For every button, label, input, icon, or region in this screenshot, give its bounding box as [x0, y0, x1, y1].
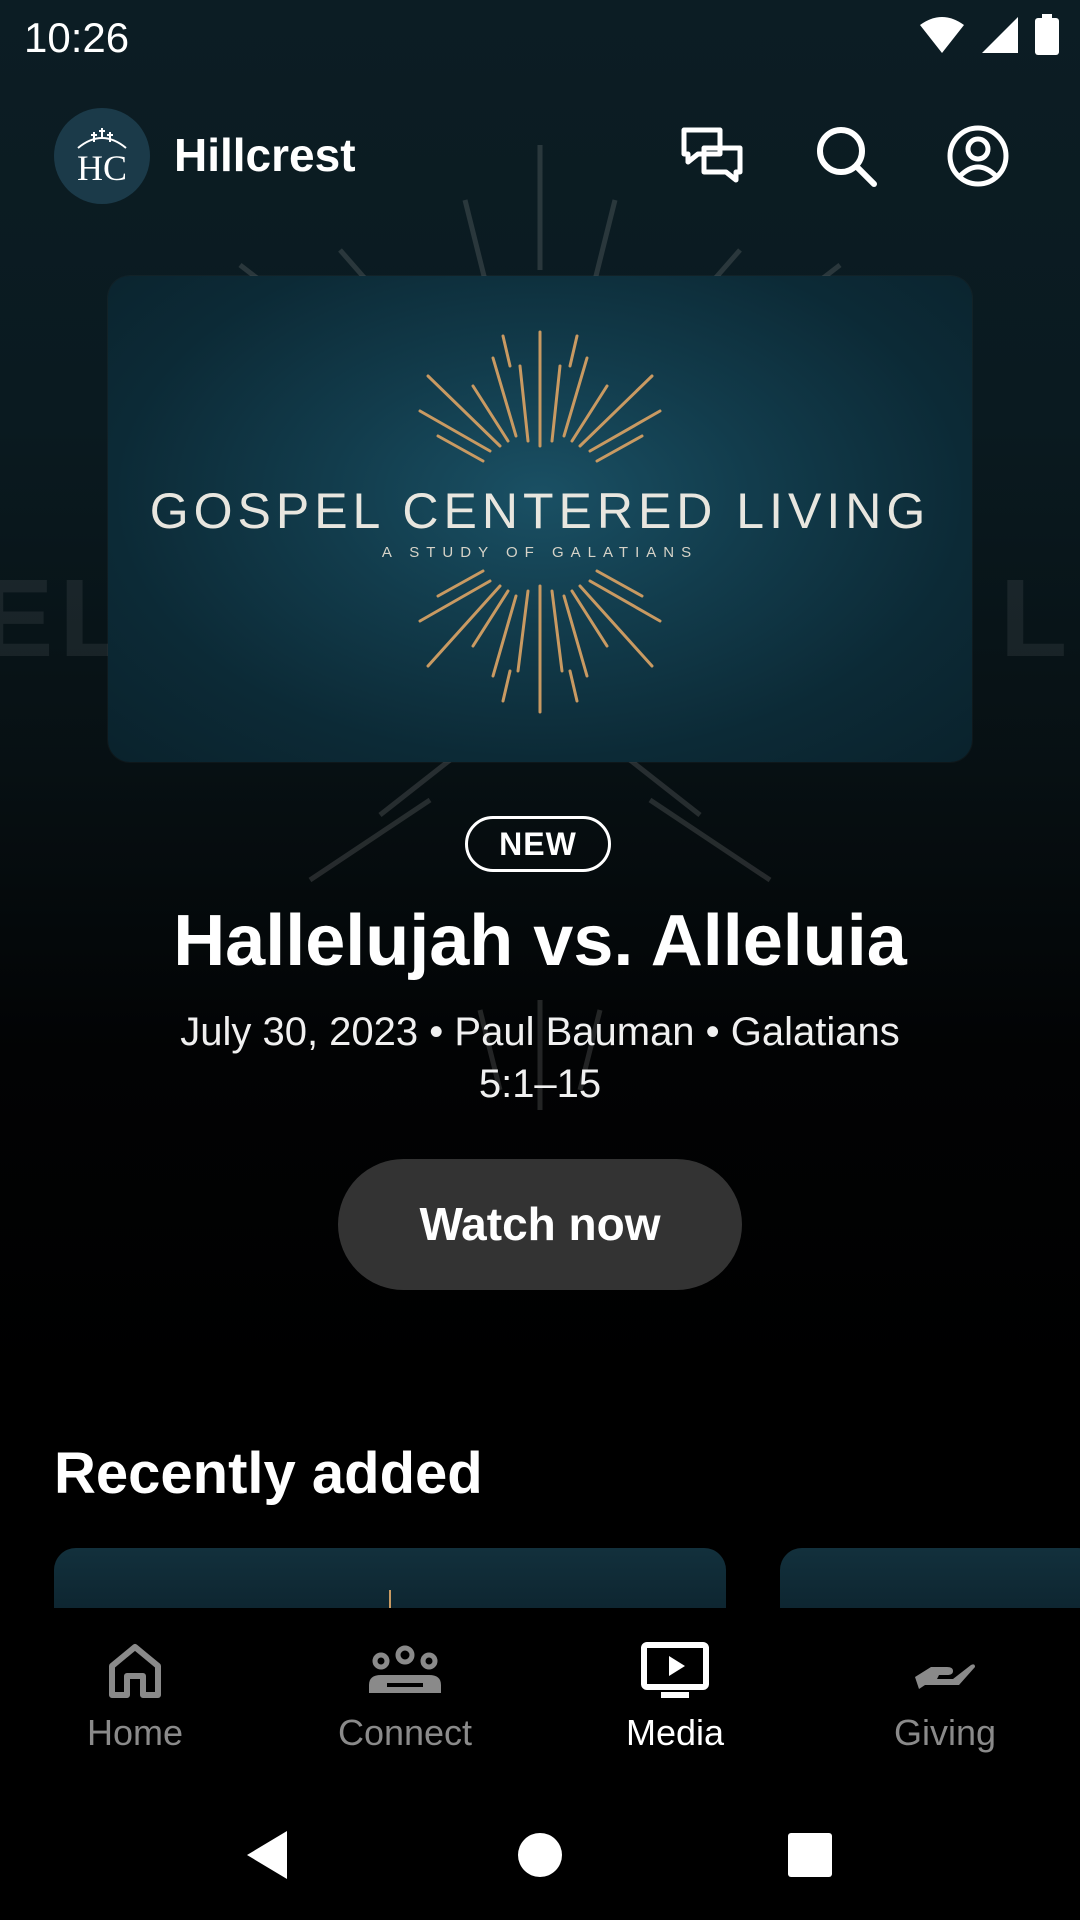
home-icon [95, 1636, 175, 1706]
series-subtitle: A STUDY OF GALATIANS [381, 544, 699, 561]
tv-play-icon [635, 1636, 715, 1706]
nav-label-home: Home [86, 1712, 184, 1753]
search-icon[interactable] [814, 124, 878, 188]
status-time: 10:26 [24, 14, 130, 61]
status-bar: 10:26 [0, 0, 1080, 72]
new-badge: NEW [465, 816, 611, 872]
battery-icon [1035, 14, 1059, 55]
background-text-right: L [1000, 557, 1074, 680]
series-title: GOSPEL CENTERED LIVING [149, 483, 931, 539]
featured-series-artwork[interactable]: GOSPEL CENTERED LIVING A STUDY OF GALATI… [108, 276, 972, 762]
sermon-meta: July 30, 2023 • Paul Bauman • Galatians … [180, 1010, 900, 1106]
system-navigation-bar [0, 1780, 1080, 1920]
bottom-navigation: Home Connect Media Giving [0, 1608, 1080, 1780]
recent-item-card[interactable] [780, 1548, 1080, 1608]
recent-item-artwork-line [389, 1590, 391, 1608]
nav-item-home[interactable]: Home [0, 1608, 270, 1780]
back-icon[interactable] [232, 1820, 302, 1890]
church-logo-icon: HC [77, 128, 127, 188]
giving-hand-icon [905, 1636, 985, 1706]
watch-now-button[interactable]: Watch now [338, 1159, 742, 1290]
nav-label-connect: Connect [337, 1712, 473, 1753]
recently-added-heading: Recently added [54, 1441, 483, 1506]
wifi-icon [920, 17, 964, 53]
account-icon[interactable] [946, 124, 1010, 188]
nav-item-giving[interactable]: Giving [810, 1608, 1080, 1780]
recent-item-card[interactable] [54, 1548, 726, 1608]
people-icon [365, 1636, 445, 1706]
status-icons [918, 14, 1060, 56]
sermon-title: Hallelujah vs. Alleluia [173, 901, 907, 981]
signal-icon [982, 17, 1018, 53]
logo-text: HC [77, 148, 127, 188]
app-title: Hillcrest [174, 129, 356, 181]
home-circle-icon[interactable] [505, 1820, 575, 1890]
nav-label-media: Media [625, 1712, 725, 1753]
nav-item-media[interactable]: Media [540, 1608, 810, 1780]
nav-label-giving: Giving [893, 1712, 997, 1753]
nav-item-connect[interactable]: Connect [270, 1608, 540, 1780]
church-logo[interactable]: HC [54, 108, 150, 204]
recents-icon[interactable] [775, 1820, 845, 1890]
chat-icon[interactable] [680, 124, 744, 188]
app-header: HC Hillcrest [0, 100, 1080, 210]
